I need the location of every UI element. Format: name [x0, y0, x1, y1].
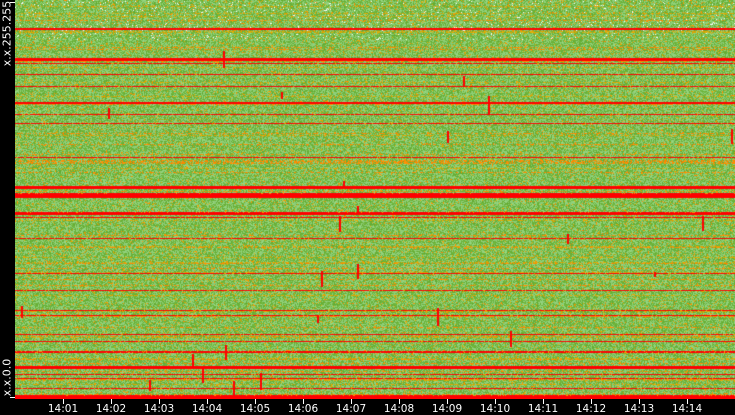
x-tick-label: 14:14	[671, 403, 703, 415]
x-tick-label: 14:10	[479, 403, 511, 415]
x-tick-label: 14:11	[527, 403, 559, 415]
x-tick-label: 14:07	[335, 403, 367, 415]
x-tick-label: 14:05	[239, 403, 271, 415]
x-tick-label: 14:03	[143, 403, 175, 415]
x-tick-label: 14:13	[623, 403, 655, 415]
x-tick-label: 14:04	[191, 403, 223, 415]
x-tick-label: 14:09	[431, 403, 463, 415]
x-tick-label: 14:12	[575, 403, 607, 415]
x-tick-label: 14:02	[95, 403, 127, 415]
x-tick-label: 14:01	[47, 403, 79, 415]
y-label-top: x.x.255.255	[0, 0, 14, 67]
x-tick-label: 14:06	[287, 403, 319, 415]
y-label-bottom: x.x.0.0	[0, 358, 14, 397]
ip-traffic-heatmap: x.x.255.255 x.x.0.0 14:01 14:02 14:03 14:04…	[0, 0, 735, 415]
heatmap-canvas[interactable]	[15, 0, 735, 399]
x-tick-label: 14:08	[383, 403, 415, 415]
